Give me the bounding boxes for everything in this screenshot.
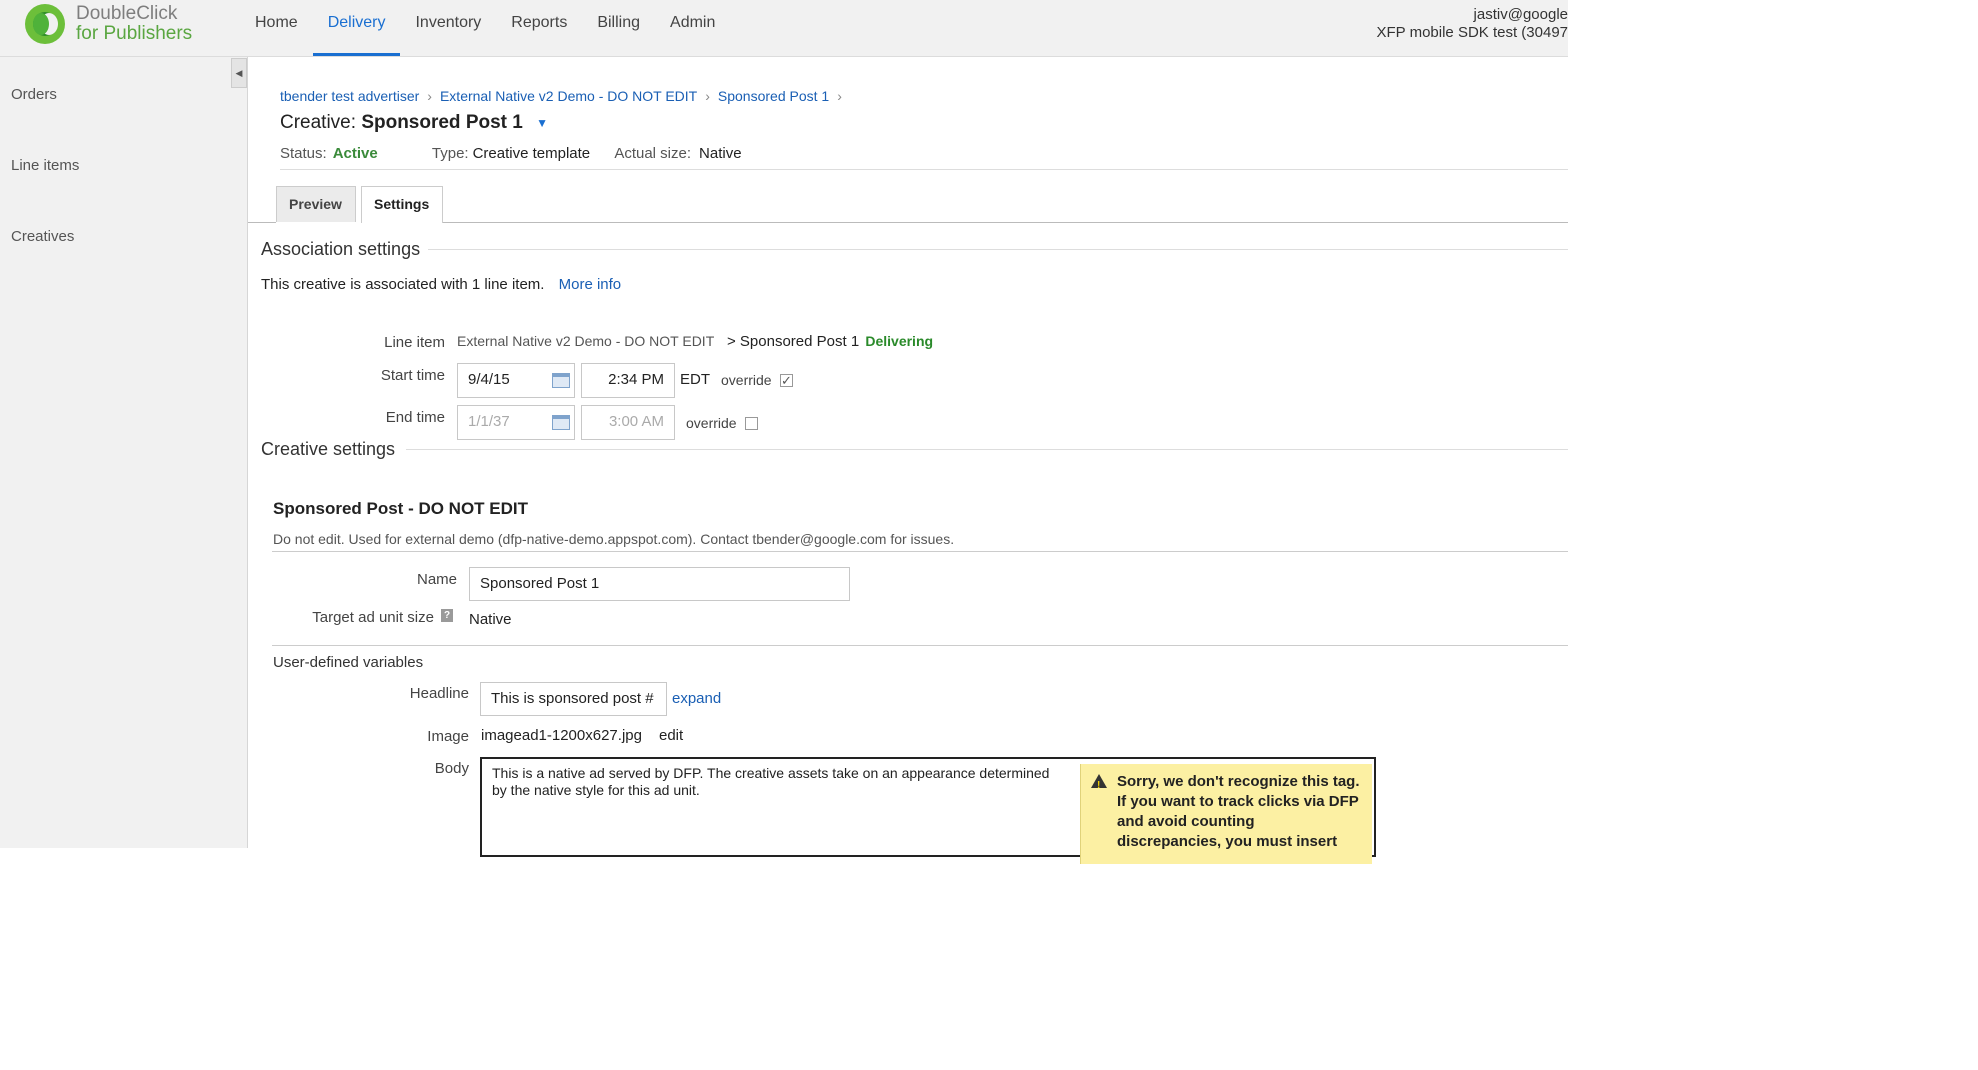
udv-heading: User-defined variables: [273, 654, 424, 671]
nav-home[interactable]: Home: [240, 0, 313, 56]
section-divider: [428, 249, 1568, 250]
end-override-checkbox[interactable]: [745, 417, 758, 430]
sidebar: Orders Line items Creatives: [0, 57, 248, 848]
status-row: Status: Active Type: Creative template Act…: [280, 145, 742, 162]
target-size-value: Native: [469, 611, 512, 628]
breadcrumb: tbender test advertiser › External Native …: [280, 88, 850, 104]
user-info[interactable]: jastiv@google XFP mobile SDK test (30497: [1377, 6, 1568, 42]
name-label: Name: [416, 571, 457, 588]
top-bar: DoubleClick for Publishers Home Delivery…: [0, 0, 1568, 57]
nav-admin[interactable]: Admin: [655, 0, 730, 56]
tab-baseline: [248, 222, 276, 223]
doubleclick-logo-icon: [25, 4, 65, 44]
creative-settings-heading: Creative settings: [261, 439, 396, 459]
end-time-field[interactable]: 3:00 AM: [581, 405, 675, 440]
association-heading: Association settings: [261, 239, 421, 259]
body-textarea[interactable]: This is a native ad served by DFP. The c…: [480, 757, 1376, 864]
start-time-label: Start time: [380, 367, 445, 384]
sidebar-item-line-items[interactable]: Line items: [11, 157, 79, 174]
nav-billing[interactable]: Billing: [582, 0, 655, 56]
tab-baseline: [443, 222, 1568, 223]
tag-warning: Sorry, we don't recognize this tag. If y…: [1080, 764, 1372, 864]
calendar-icon[interactable]: [552, 373, 570, 388]
title-prefix: Creative:: [280, 112, 357, 133]
logo-line2: for Publishers: [76, 23, 193, 44]
line-item-row: > Sponsored Post 1 Delivering: [727, 333, 933, 350]
tab-settings[interactable]: Settings: [361, 186, 443, 223]
network-name: XFP mobile SDK test (30497: [1376, 24, 1568, 41]
start-override-label: override: [721, 372, 772, 388]
breadcrumb-line-item[interactable]: Sponsored Post 1: [718, 88, 829, 104]
expand-link[interactable]: expand: [672, 690, 721, 707]
association-text: This creative is associated with 1 line …: [261, 276, 621, 293]
template-name: Sponsored Post - DO NOT EDIT: [273, 499, 529, 518]
more-info-link[interactable]: More info: [559, 276, 622, 293]
timezone-label: EDT: [680, 371, 710, 388]
title-dropdown-icon[interactable]: ▼: [536, 116, 548, 130]
target-size-label: Target ad unit size: [312, 609, 434, 626]
main-nav: Home Delivery Inventory Reports Billing …: [240, 0, 730, 56]
line-item-label: Line item: [384, 334, 445, 351]
start-override-checkbox[interactable]: ✓: [780, 374, 793, 387]
tab-preview[interactable]: Preview: [276, 186, 356, 222]
name-field[interactable]: Sponsored Post 1: [469, 567, 850, 601]
calendar-icon[interactable]: [552, 415, 570, 430]
udv-divider: [272, 645, 1568, 646]
breadcrumb-separator: ›: [837, 88, 842, 104]
size-label: Actual size:: [614, 145, 692, 162]
nav-delivery[interactable]: Delivery: [312, 0, 401, 56]
logo-text: DoubleClick for Publishers: [76, 4, 192, 44]
type-value: Creative template: [472, 145, 591, 162]
start-time-field[interactable]: 2:34 PM: [581, 363, 675, 398]
line-item-status-badge: Delivering: [865, 333, 934, 349]
association-description: This creative is associated with 1 line …: [261, 276, 545, 293]
collapse-sidebar-icon[interactable]: ◀: [231, 58, 247, 88]
status-label: Status:: [280, 145, 327, 162]
body-label: Body: [434, 760, 469, 777]
page-title: Creative: Sponsored Post 1 ▼: [280, 112, 548, 134]
breadcrumb-order[interactable]: External Native v2 Demo - DO NOT EDIT: [440, 88, 697, 104]
status-badge: Active: [332, 145, 378, 162]
template-divider: [272, 551, 1568, 552]
line-item-name[interactable]: > Sponsored Post 1: [727, 333, 859, 350]
help-icon[interactable]: ?: [441, 609, 453, 622]
sidebar-item-orders[interactable]: Orders: [11, 86, 57, 103]
nav-reports[interactable]: Reports: [496, 0, 582, 56]
sidebar-item-creatives[interactable]: Creatives: [11, 228, 74, 245]
end-time-label: End time: [385, 409, 445, 426]
warning-text: Sorry, we don't recognize this tag. If y…: [1117, 773, 1360, 850]
image-filename: imagead1-1200x627.jpg: [481, 727, 642, 744]
warning-icon: [1091, 774, 1107, 796]
user-email: jastiv@google: [1473, 6, 1568, 23]
type-label: Type:: [431, 145, 469, 162]
body-text: This is a native ad served by DFP. The c…: [492, 765, 1050, 798]
image-label: Image: [427, 728, 469, 745]
section-divider: [406, 449, 1568, 450]
headline-field[interactable]: This is sponsored post #: [480, 682, 667, 716]
nav-inventory[interactable]: Inventory: [400, 0, 496, 56]
breadcrumb-separator: ›: [427, 88, 432, 104]
line-item-order: External Native v2 Demo - DO NOT EDIT: [457, 333, 715, 349]
image-edit-link[interactable]: edit: [659, 727, 683, 744]
logo-line1: DoubleClick: [76, 3, 178, 24]
headline-label: Headline: [409, 685, 469, 702]
end-override-label: override: [686, 415, 737, 431]
breadcrumb-separator: ›: [705, 88, 710, 104]
size-value: Native: [699, 145, 742, 162]
title-creative-name: Sponsored Post 1: [361, 112, 523, 133]
template-description: Do not edit. Used for external demo (dfp…: [273, 531, 955, 547]
breadcrumb-advertiser[interactable]: tbender test advertiser: [280, 88, 419, 104]
header-divider: [280, 169, 1568, 170]
